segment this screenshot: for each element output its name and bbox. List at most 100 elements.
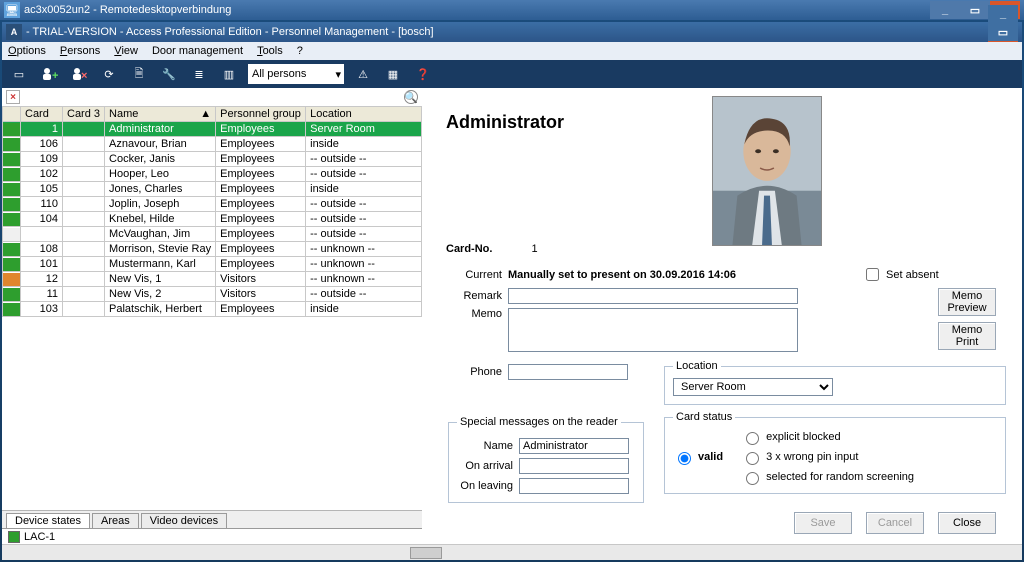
tab-device-states[interactable]: Device states — [6, 513, 90, 528]
cell-location: -- outside -- — [306, 212, 422, 227]
on-arrival-input[interactable] — [519, 458, 629, 474]
col-name[interactable]: Name ▲ — [105, 107, 216, 122]
cancel-button[interactable]: Cancel — [866, 512, 924, 534]
cell-card: 106 — [21, 137, 63, 152]
app-minimize-button[interactable]: _ — [988, 5, 1018, 23]
cell-card: 104 — [21, 212, 63, 227]
close-button[interactable]: Close — [938, 512, 996, 534]
persons-table: Card Card 3 Name ▲ Personnel group Locat… — [2, 106, 422, 317]
memo-preview-button[interactable]: Memo Preview — [938, 288, 996, 316]
save-button[interactable]: Save — [794, 512, 852, 534]
help-icon[interactable]: ❓ — [412, 63, 434, 85]
memo-print-button[interactable]: Memo Print — [938, 322, 996, 350]
cell-card: 12 — [21, 272, 63, 287]
search-icon[interactable]: 🔍 — [404, 90, 418, 104]
reader-name-input[interactable] — [519, 438, 629, 454]
cell-card: 101 — [21, 257, 63, 272]
table-row[interactable]: 110Joplin, JosephEmployees-- outside -- — [3, 197, 422, 212]
clear-selection-button[interactable]: × — [6, 90, 20, 104]
col-group[interactable]: Personnel group — [216, 107, 306, 122]
status-wrongpin-radio[interactable] — [746, 452, 759, 465]
wrench-icon[interactable]: 🔧 — [158, 63, 180, 85]
passage-icon[interactable]: ▥ — [218, 63, 240, 85]
cell-location: -- outside -- — [306, 287, 422, 302]
remark-input[interactable] — [508, 288, 798, 304]
cell-group: Employees — [216, 152, 306, 167]
cell-name: Morrison, Stevie Ray — [105, 242, 216, 257]
cell-name: Administrator — [105, 122, 216, 137]
tab-video-devices[interactable]: Video devices — [141, 513, 227, 528]
add-person-icon[interactable]: + — [38, 63, 60, 85]
on-arrival-label: On arrival — [457, 460, 513, 472]
tab-areas[interactable]: Areas — [92, 513, 139, 528]
refresh-icon[interactable]: ⟳ — [98, 63, 120, 85]
device-name: LAC-1 — [24, 531, 55, 543]
persons-filter-combo[interactable]: All persons — [248, 64, 344, 84]
database-icon[interactable]: ≣ — [188, 63, 210, 85]
status-blocked-radio[interactable] — [746, 432, 759, 445]
device-status-icon — [8, 531, 20, 543]
status-blocked-label: explicit blocked — [766, 431, 841, 443]
menu-tools[interactable]: Tools — [257, 45, 283, 57]
memo-label: Memo — [446, 308, 502, 320]
rdp-icon: 🖥 — [4, 2, 20, 18]
cell-location: -- unknown -- — [306, 242, 422, 257]
table-row[interactable]: 101Mustermann, KarlEmployees-- unknown -… — [3, 257, 422, 272]
table-row[interactable]: 11New Vis, 2Visitors-- outside -- — [3, 287, 422, 302]
table-row[interactable]: 102Hooper, LeoEmployees-- outside -- — [3, 167, 422, 182]
status-random-radio[interactable] — [746, 472, 759, 485]
menu-help[interactable]: ? — [297, 45, 303, 57]
cell-group: Employees — [216, 122, 306, 137]
cell-name: Cocker, Janis — [105, 152, 216, 167]
horizontal-scrollbar[interactable] — [2, 544, 1022, 560]
table-row[interactable]: 106Aznavour, BrianEmployeesinside — [3, 137, 422, 152]
menu-options[interactable]: OOptionsptions — [8, 45, 46, 57]
status-wrongpin-label: 3 x wrong pin input — [766, 451, 858, 463]
location-select[interactable]: Server Room — [673, 378, 833, 396]
warning-icon[interactable]: ⚠ — [352, 63, 374, 85]
col-card[interactable]: Card — [21, 107, 63, 122]
set-absent-checkbox[interactable] — [866, 268, 879, 281]
col-state[interactable] — [3, 107, 21, 122]
remove-person-icon[interactable]: × — [68, 63, 90, 85]
table-header-row: Card Card 3 Name ▲ Personnel group Locat… — [3, 107, 422, 122]
cell-name: Palatschik, Herbert — [105, 302, 216, 317]
memo-textarea[interactable] — [508, 308, 798, 352]
cell-group: Employees — [216, 242, 306, 257]
app-maximize-button[interactable]: ▭ — [988, 23, 1018, 41]
rdp-minimize-button[interactable]: _ — [930, 1, 960, 19]
reader-legend: Special messages on the reader — [457, 416, 621, 428]
table-row[interactable]: McVaughan, JimEmployees-- outside -- — [3, 227, 422, 242]
table-row[interactable]: 12New Vis, 1Visitors-- unknown -- — [3, 272, 422, 287]
cell-location: inside — [306, 137, 422, 152]
menu-persons[interactable]: Persons — [60, 45, 100, 57]
status-valid-radio[interactable] — [678, 452, 691, 465]
document-icon[interactable]: 🗎 — [128, 63, 150, 85]
cell-name: Hooper, Leo — [105, 167, 216, 182]
cell-name: Knebel, Hilde — [105, 212, 216, 227]
table-row[interactable]: 105Jones, CharlesEmployeesinside — [3, 182, 422, 197]
cell-card: 102 — [21, 167, 63, 182]
col-card3[interactable]: Card 3 — [63, 107, 105, 122]
table-row[interactable]: 104Knebel, HildeEmployees-- outside -- — [3, 212, 422, 227]
table-row[interactable]: 1AdministratorEmployeesServer Room — [3, 122, 422, 137]
location-legend: Location — [673, 360, 721, 372]
menu-view[interactable]: View — [114, 45, 138, 57]
cell-group: Employees — [216, 227, 306, 242]
cell-card3 — [63, 272, 105, 287]
table-row[interactable]: 108Morrison, Stevie RayEmployees-- unkno… — [3, 242, 422, 257]
phone-input[interactable] — [508, 364, 628, 380]
bottom-tabs: Device states Areas Video devices LAC-1 — [2, 510, 422, 544]
state-icon — [3, 213, 20, 226]
col-location[interactable]: Location — [306, 107, 422, 122]
grid-icon[interactable]: ▦ — [382, 63, 404, 85]
cell-location: -- unknown -- — [306, 257, 422, 272]
table-row[interactable]: 103Palatschik, HerbertEmployeesinside — [3, 302, 422, 317]
person-detail-pane: Administrator — [422, 88, 1022, 544]
menu-door[interactable]: Door management — [152, 45, 243, 57]
menubar: OOptionsptions Persons View Door managem… — [2, 42, 1022, 60]
on-leaving-input[interactable] — [519, 478, 629, 494]
rdp-maximize-button[interactable]: ▭ — [960, 1, 990, 19]
table-row[interactable]: 109Cocker, JanisEmployees-- outside -- — [3, 152, 422, 167]
card-icon[interactable]: ▭ — [8, 63, 30, 85]
